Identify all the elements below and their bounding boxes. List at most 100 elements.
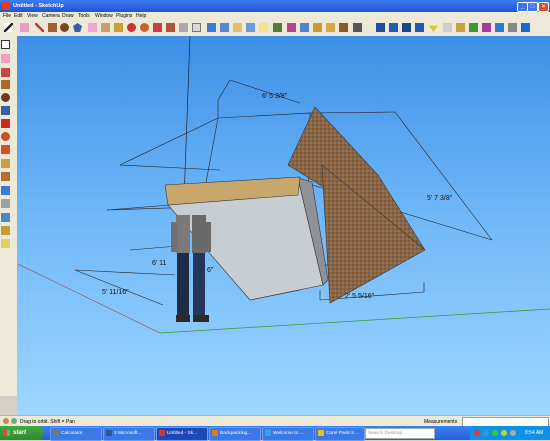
walk-tool-icon[interactable] — [313, 23, 322, 32]
right-view-icon[interactable] — [495, 23, 504, 32]
drawing-viewport[interactable]: 6' 5 3/8" 5' 7 3/8" 2' 5 5/16" 5' 11/16"… — [17, 36, 550, 416]
zoom-tool-icon[interactable] — [233, 23, 242, 32]
task-corel-paint[interactable]: Corel Paint S... — [315, 427, 365, 441]
window-title: Untitled - SketchUp — [13, 3, 64, 9]
monochrome-style-icon[interactable] — [443, 23, 452, 32]
rotate-tool-icon[interactable] — [140, 23, 149, 32]
hidden-line-style-icon[interactable] — [402, 23, 411, 32]
footprints-icon[interactable] — [1, 239, 10, 248]
close-button[interactable]: × — [538, 2, 549, 12]
tray-icon-2[interactable] — [483, 430, 489, 436]
system-tray: 8:54 AM — [470, 426, 550, 440]
tape-icon[interactable] — [1, 159, 10, 168]
shaded-style-icon[interactable] — [415, 23, 424, 32]
iso-view-icon[interactable] — [456, 23, 465, 32]
menu-file[interactable]: File — [3, 13, 11, 19]
task-sketchup[interactable]: Untitled - Sk... — [156, 427, 208, 441]
dimension-left: 5' 11/16" — [102, 289, 129, 296]
pan-tool-icon[interactable] — [220, 23, 229, 32]
wireframe-style-icon[interactable] — [389, 23, 398, 32]
circle-icon[interactable] — [1, 93, 10, 102]
top-view-icon[interactable] — [469, 23, 478, 32]
scene-canvas[interactable]: 6' 5 3/8" 5' 7 3/8" 2' 5 5/16" 5' 11/16"… — [17, 36, 550, 416]
components-icon[interactable] — [353, 23, 362, 32]
start-button[interactable]: start — [0, 426, 44, 440]
select-arrow-icon[interactable] — [1, 40, 10, 49]
menu-camera[interactable]: Camera — [42, 13, 60, 19]
next-view-icon[interactable] — [287, 23, 296, 32]
tray-icon-5[interactable] — [510, 430, 516, 436]
look-around-icon[interactable] — [326, 23, 335, 32]
menu-view[interactable]: View — [27, 13, 38, 19]
firefox-icon — [212, 429, 218, 436]
zoom-window-icon[interactable] — [246, 23, 255, 32]
line-tool-icon[interactable] — [35, 23, 44, 32]
task-microsoft[interactable]: 3 Microsoft... — [103, 427, 155, 441]
red-axis — [17, 263, 161, 334]
menu-edit[interactable]: Edit — [14, 13, 23, 19]
circle-tool-icon[interactable] — [60, 23, 69, 32]
polygon-icon[interactable] — [1, 106, 10, 115]
dimension-bottom: 2' 5 5/16" — [345, 293, 375, 300]
main-toolbar — [0, 20, 550, 37]
clock: 8:54 AM — [525, 430, 544, 436]
xray-style-icon[interactable] — [376, 23, 385, 32]
push-pull-tool-icon[interactable] — [114, 23, 123, 32]
position-camera-icon[interactable] — [300, 23, 309, 32]
dimension-front-small: 6" — [207, 267, 214, 274]
green-axis — [159, 308, 550, 334]
camera-icon[interactable] — [1, 213, 10, 222]
scale-icon[interactable] — [1, 145, 10, 154]
tape-measure-icon[interactable] — [192, 23, 201, 32]
sketchup-app-icon — [2, 2, 10, 10]
left-toolbar — [0, 36, 18, 396]
select-tool-icon[interactable] — [4, 23, 13, 32]
sketchup-icon — [159, 429, 165, 436]
paint-eraser-icon[interactable] — [88, 23, 97, 32]
tray-icon-3[interactable] — [492, 430, 498, 436]
orbit-tool-icon[interactable] — [207, 23, 216, 32]
maximize-button[interactable]: □ — [527, 2, 538, 12]
zoom-extents-icon[interactable] — [259, 23, 268, 32]
task-backpacking[interactable]: Backpacking... — [209, 427, 261, 441]
offset-tool-icon[interactable] — [179, 23, 188, 32]
menu-help[interactable]: Help — [136, 13, 146, 19]
measurements-label: Measurements — [424, 419, 458, 425]
menu-plugins[interactable]: Plugins — [116, 13, 132, 19]
corel-icon — [318, 429, 324, 436]
left-view-icon[interactable] — [521, 23, 530, 32]
eraser-tool-icon[interactable] — [20, 23, 29, 32]
eraser-icon[interactable] — [1, 54, 10, 63]
orbit-icon[interactable] — [1, 186, 10, 195]
previous-view-icon[interactable] — [273, 23, 282, 32]
polygon-tool-icon[interactable] — [73, 23, 82, 32]
follow-me-tool-icon[interactable] — [153, 23, 162, 32]
dimension-front: 6' 11 — [152, 260, 167, 267]
rectangle-icon[interactable] — [1, 80, 10, 89]
protractor-icon[interactable] — [1, 172, 10, 181]
task-calculator[interactable]: Calculator — [50, 427, 102, 441]
menu-draw[interactable]: Draw — [62, 13, 74, 19]
menu-tools[interactable]: Tools — [78, 13, 90, 19]
rotate-icon[interactable] — [1, 132, 10, 141]
taskbar: start Calculator 3 Microsoft... Untitled… — [0, 426, 550, 441]
shaded-texture-icon[interactable] — [429, 25, 438, 32]
back-view-icon[interactable] — [508, 23, 517, 32]
zoom-icon[interactable] — [1, 199, 10, 208]
move-icon[interactable] — [1, 119, 10, 128]
tray-icon-4[interactable] — [501, 430, 507, 436]
front-view-icon[interactable] — [482, 23, 491, 32]
paint-bucket-icon[interactable] — [101, 23, 110, 32]
task-welcome[interactable]: Welcome to ... — [262, 427, 314, 441]
section-plane-icon[interactable] — [339, 23, 348, 32]
tray-icon-1[interactable] — [474, 430, 480, 436]
menu-window[interactable]: Window — [95, 13, 113, 19]
pencil-icon[interactable] — [1, 68, 10, 77]
status-credits-icon — [11, 418, 17, 424]
search-desktop-input[interactable]: Search Desktop — [365, 428, 435, 439]
dimension-top: 6' 5 3/8" — [262, 93, 288, 100]
scale-tool-icon[interactable] — [166, 23, 175, 32]
move-tool-icon[interactable] — [127, 23, 136, 32]
rectangle-tool-icon[interactable] — [48, 23, 57, 32]
walk-icon[interactable] — [1, 226, 10, 235]
